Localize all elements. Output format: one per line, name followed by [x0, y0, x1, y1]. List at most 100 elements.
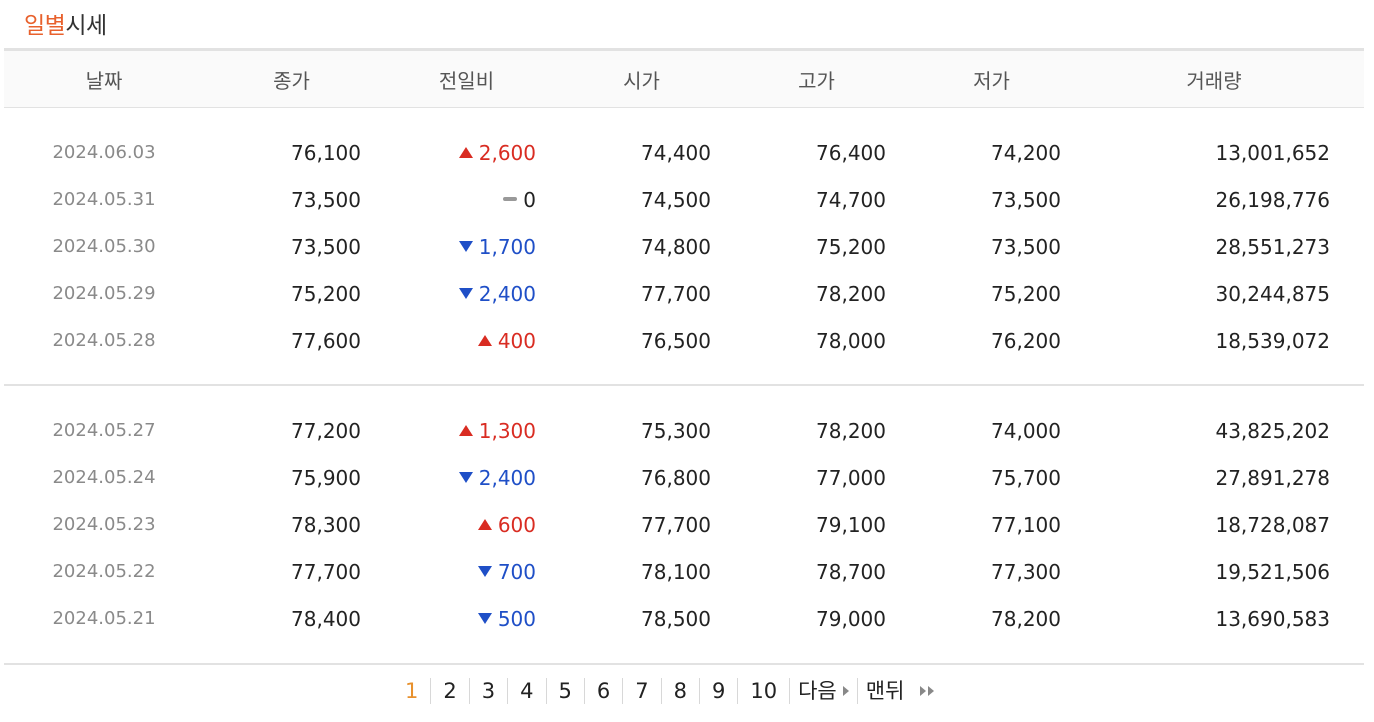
cell-date: 2024.05.22	[52, 561, 156, 582]
cell-diff: 2,400	[379, 282, 554, 306]
column-header-high: 고가	[798, 68, 835, 93]
page-link-7[interactable]: 7	[622, 678, 660, 704]
cell-close: 75,900	[291, 465, 361, 490]
last-page-label: 맨뒤	[865, 679, 905, 703]
double-caret-right-icon	[920, 686, 936, 696]
row-group: 2024.06.03 76,100 2,600 74,400 76,400 74,200 1…	[4, 108, 1364, 384]
page-link-5[interactable]: 5	[545, 678, 584, 704]
down-triangle-icon	[477, 565, 492, 577]
cell-close: 77,600	[291, 328, 361, 353]
table-row: 2024.05.22 77,700 700 78,100 78,700 77,300 19,…	[4, 548, 1364, 595]
cell-high: 78,700	[816, 559, 886, 584]
cell-open: 77,700	[641, 512, 711, 537]
cell-close: 77,700	[291, 559, 361, 584]
page-link-4[interactable]: 4	[507, 678, 545, 704]
cell-open: 75,300	[641, 418, 711, 443]
next-page-button[interactable]: 다음	[789, 678, 857, 704]
page-link-1[interactable]: 1	[393, 678, 430, 704]
cell-date: 2024.05.21	[52, 608, 156, 629]
table-row: 2024.05.31 73,500 0 74,500 74,700 73,500 26,19…	[4, 176, 1364, 223]
cell-high: 79,100	[816, 512, 886, 537]
cell-diff-value: 500	[497, 606, 536, 631]
cell-volume: 43,825,202	[1215, 418, 1330, 443]
cell-low: 73,500	[991, 234, 1061, 259]
cell-open: 76,800	[641, 465, 711, 490]
page-link-2[interactable]: 2	[430, 678, 468, 704]
cell-diff: 2,600	[379, 141, 554, 165]
cell-diff-value: 400	[497, 328, 536, 353]
cell-volume: 30,244,875	[1215, 281, 1330, 306]
table-row: 2024.06.03 76,100 2,600 74,400 76,400 74,200 1…	[4, 129, 1364, 176]
cell-high: 78,200	[816, 281, 886, 306]
cell-open: 77,700	[641, 281, 711, 306]
section-title-accent: 일별	[24, 13, 66, 39]
cell-volume: 18,728,087	[1215, 512, 1330, 537]
table-row: 2024.05.24 75,900 2,400 76,800 77,000 75,700 2…	[4, 454, 1364, 501]
column-header-open: 시가	[623, 68, 660, 93]
cell-low: 74,200	[991, 140, 1061, 165]
cell-high: 75,200	[816, 234, 886, 259]
cell-diff-value: 1,300	[478, 418, 536, 443]
cell-diff-value: 700	[497, 559, 536, 584]
page-link-3[interactable]: 3	[468, 678, 507, 704]
column-header-date: 날짜	[85, 68, 123, 93]
page-link-9[interactable]: 9	[699, 678, 737, 704]
cell-low: 75,200	[991, 281, 1061, 306]
cell-diff: 1,300	[379, 419, 554, 443]
cell-open: 74,500	[641, 187, 711, 212]
table-row: 2024.05.28 77,600 400 76,500 78,000 76,200 18,…	[4, 317, 1364, 364]
down-triangle-icon	[458, 240, 473, 252]
cell-close: 77,200	[291, 418, 361, 443]
cell-high: 76,400	[816, 140, 886, 165]
table-row: 2024.05.29 75,200 2,400 77,700 78,200 75,200 3…	[4, 270, 1364, 317]
daily-price-table: 날짜 종가 전일비 시가 고가 저가 거래량 2024.06.03 76,100 2…	[4, 48, 1364, 665]
cell-volume: 28,551,273	[1215, 234, 1330, 259]
cell-volume: 13,001,652	[1215, 140, 1330, 165]
cell-volume: 13,690,583	[1215, 606, 1330, 631]
cell-date: 2024.05.30	[52, 236, 156, 257]
cell-date: 2024.05.23	[52, 514, 156, 535]
page-link-10[interactable]: 10	[737, 678, 789, 704]
cell-volume: 27,891,278	[1215, 465, 1330, 490]
cell-open: 74,400	[641, 140, 711, 165]
cell-high: 74,700	[816, 187, 886, 212]
table-row: 2024.05.30 73,500 1,700 74,800 75,200 73,500 2…	[4, 223, 1364, 270]
cell-diff: 0	[379, 188, 554, 212]
cell-diff: 500	[379, 607, 554, 631]
cell-diff-value: 600	[497, 512, 536, 537]
cell-high: 78,200	[816, 418, 886, 443]
table-row: 2024.05.21 78,400 500 78,500 79,000 78,200 13,…	[4, 595, 1364, 642]
cell-volume: 18,539,072	[1215, 328, 1330, 353]
table-header: 날짜 종가 전일비 시가 고가 저가 거래량	[4, 48, 1364, 108]
cell-high: 77,000	[816, 465, 886, 490]
cell-high: 79,000	[816, 606, 886, 631]
page-link-8[interactable]: 8	[660, 678, 699, 704]
down-triangle-icon	[458, 471, 473, 483]
page-link-6[interactable]: 6	[583, 678, 622, 704]
cell-low: 77,300	[991, 559, 1061, 584]
cell-low: 75,700	[991, 465, 1061, 490]
cell-low: 73,500	[991, 187, 1061, 212]
cell-diff-value: 2,600	[478, 140, 536, 165]
next-page-label: 다음	[798, 679, 837, 703]
cell-low: 74,000	[991, 418, 1061, 443]
table-body: 2024.06.03 76,100 2,600 74,400 76,400 74,200 1…	[4, 108, 1364, 665]
table-row: 2024.05.27 77,200 1,300 75,300 78,200 74,000 4…	[4, 407, 1364, 454]
cell-low: 77,100	[991, 512, 1061, 537]
up-triangle-icon	[477, 518, 492, 530]
table-row: 2024.05.23 78,300 600 77,700 79,100 77,100 18,…	[4, 501, 1364, 548]
cell-diff: 400	[379, 329, 554, 353]
cell-diff-value: 0	[523, 187, 536, 212]
cell-date: 2024.05.28	[52, 330, 156, 351]
cell-diff: 1,700	[379, 235, 554, 259]
cell-diff: 2,400	[379, 466, 554, 490]
last-page-button[interactable]: 맨뒤	[856, 678, 945, 704]
column-header-low: 저가	[973, 68, 1010, 93]
cell-date: 2024.05.24	[52, 467, 156, 488]
cell-volume: 19,521,506	[1215, 559, 1330, 584]
cell-high: 78,000	[816, 328, 886, 353]
cell-date: 2024.06.03	[52, 142, 156, 163]
down-triangle-icon	[477, 612, 492, 624]
down-triangle-icon	[458, 287, 473, 299]
cell-volume: 26,198,776	[1215, 187, 1330, 212]
